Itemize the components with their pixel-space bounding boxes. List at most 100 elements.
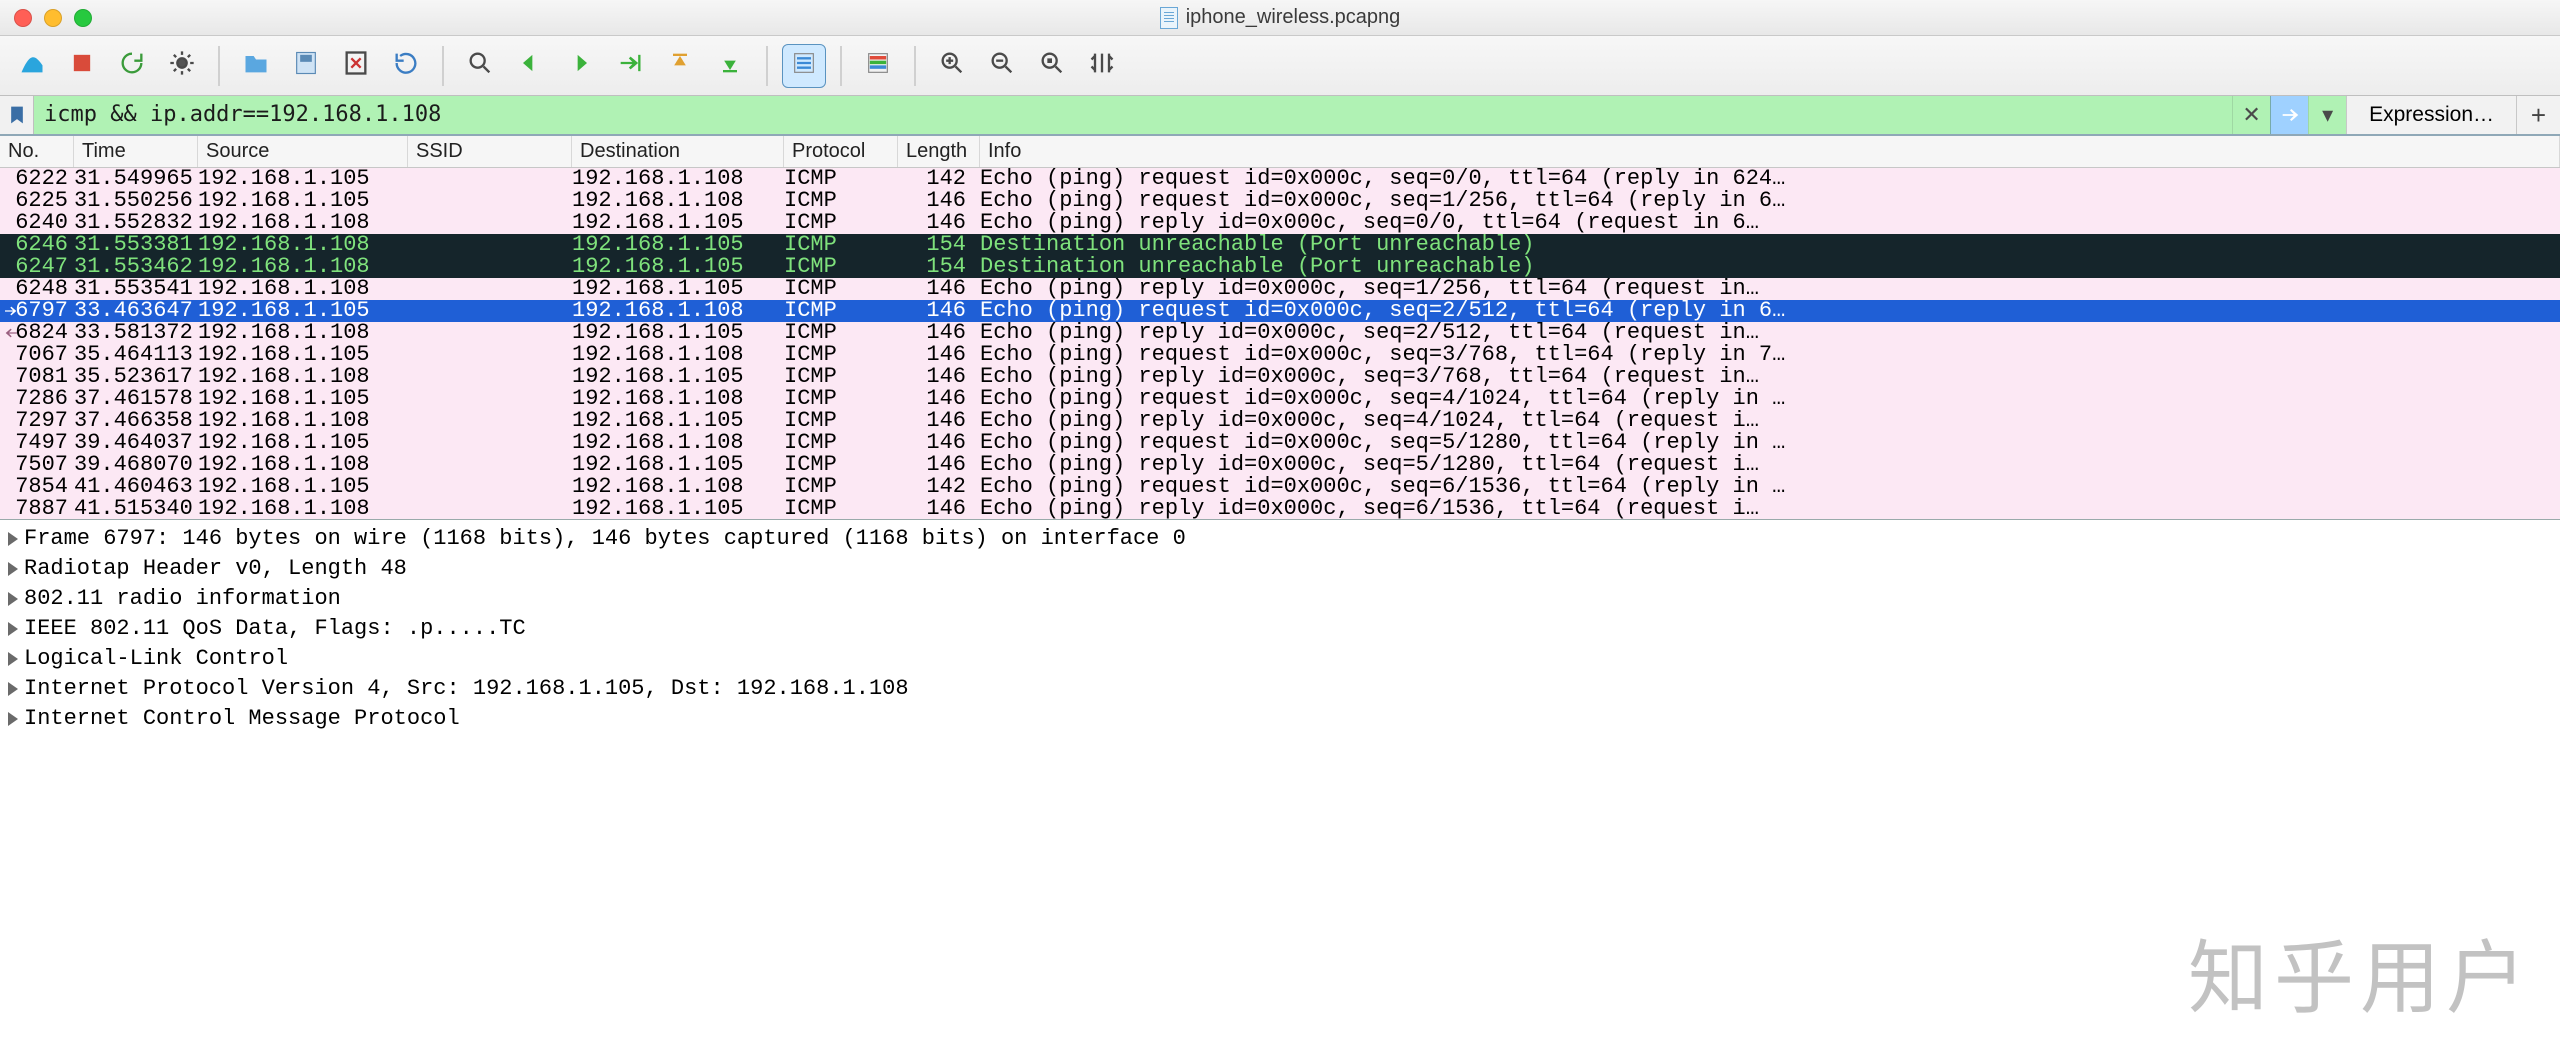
cell-ssid [408,388,572,410]
packet-row[interactable]: 750739.468070192.168.1.108192.168.1.105I… [0,454,2560,476]
go-forward-button[interactable] [558,44,602,88]
column-header-no[interactable]: No. [0,136,74,167]
toolbar-separator [442,46,444,86]
cell-no: 7887 [0,498,74,520]
cell-time: 39.464037 [74,432,198,454]
cell-protocol: ICMP [784,344,898,366]
cell-time: 39.468070 [74,454,198,476]
packet-row[interactable]: 682433.581372192.168.1.108192.168.1.105I… [0,322,2560,344]
resize-columns-button[interactable] [1080,44,1124,88]
cell-source: 192.168.1.105 [198,344,408,366]
detail-tree-item[interactable]: 802.11 radio information [4,584,2560,614]
capture-options-button[interactable] [160,44,204,88]
stop-capture-button[interactable] [60,44,104,88]
packet-row[interactable]: 729737.466358192.168.1.108192.168.1.105I… [0,410,2560,432]
apply-filter-button[interactable] [2270,96,2308,134]
packet-row[interactable]: 728637.461578192.168.1.105192.168.1.108I… [0,388,2560,410]
cell-time: 31.553462 [74,256,198,278]
detail-tree-item[interactable]: Frame 6797: 146 bytes on wire (1168 bits… [4,524,2560,554]
cell-destination: 192.168.1.108 [572,300,784,322]
disclosure-triangle-icon[interactable] [8,682,18,696]
packet-row[interactable]: 624031.552832192.168.1.108192.168.1.105I… [0,212,2560,234]
disclosure-triangle-icon[interactable] [8,652,18,666]
zoom-reset-icon [1038,49,1066,83]
cell-ssid [408,256,572,278]
packet-row[interactable]: 706735.464113192.168.1.105192.168.1.108I… [0,344,2560,366]
packet-row[interactable]: 708135.523617192.168.1.108192.168.1.105I… [0,366,2560,388]
cell-ssid [408,344,572,366]
go-back-button[interactable] [508,44,552,88]
colorize-button[interactable] [856,44,900,88]
go-to-packet-button[interactable] [608,44,652,88]
open-file-button[interactable] [234,44,278,88]
packet-details-pane[interactable]: Frame 6797: 146 bytes on wire (1168 bits… [0,520,2560,1042]
reload-button[interactable] [384,44,428,88]
display-filter-input[interactable] [34,96,2232,134]
packet-row[interactable]: 624831.553541192.168.1.108192.168.1.105I… [0,278,2560,300]
disclosure-triangle-icon[interactable] [8,562,18,576]
packet-row[interactable]: 749739.464037192.168.1.105192.168.1.108I… [0,432,2560,454]
find-packet-icon [466,49,494,83]
packet-row[interactable]: 622231.549965192.168.1.105192.168.1.108I… [0,168,2560,190]
column-header-info[interactable]: Info [980,136,2560,167]
minimize-window-button[interactable] [44,9,62,27]
cell-ssid [408,476,572,498]
cell-time: 31.549965 [74,168,198,190]
disclosure-triangle-icon[interactable] [8,592,18,606]
cell-no: 6824 [0,322,74,344]
resize-columns-icon [1088,49,1116,83]
filter-expression-button[interactable]: Expression… [2346,96,2516,134]
main-toolbar [0,36,2560,96]
packet-row[interactable]: 679733.463647192.168.1.105192.168.1.108I… [0,300,2560,322]
disclosure-triangle-icon[interactable] [8,532,18,546]
clear-filter-button[interactable]: ✕ [2232,96,2270,134]
detail-tree-item[interactable]: Logical-Link Control [4,644,2560,674]
disclosure-triangle-icon[interactable] [8,712,18,726]
go-last-button[interactable] [708,44,752,88]
shark-fin-button[interactable] [10,44,54,88]
column-header-length[interactable]: Length [898,136,980,167]
go-first-button[interactable] [658,44,702,88]
packet-row[interactable]: 788741.515340192.168.1.108192.168.1.105I… [0,498,2560,520]
cell-no: 6797 [0,300,74,322]
find-packet-button[interactable] [458,44,502,88]
packet-row[interactable]: 624731.553462192.168.1.108192.168.1.105I… [0,256,2560,278]
recent-filters-button[interactable]: ▾ [2308,96,2346,134]
zoom-in-button[interactable] [930,44,974,88]
close-file-button[interactable] [334,44,378,88]
save-file-button[interactable] [284,44,328,88]
detail-tree-item[interactable]: Internet Control Message Protocol [4,704,2560,734]
packet-list[interactable]: 622231.549965192.168.1.105192.168.1.108I… [0,168,2560,520]
column-header-ssid[interactable]: SSID [408,136,572,167]
cell-protocol: ICMP [784,410,898,432]
column-header-destination[interactable]: Destination [572,136,784,167]
cell-ssid [408,410,572,432]
detail-tree-label: IEEE 802.11 QoS Data, Flags: .p.....TC [24,614,526,644]
zoom-reset-button[interactable] [1030,44,1074,88]
document-icon [1160,7,1178,29]
auto-scroll-button[interactable] [782,44,826,88]
packet-row[interactable]: 624631.553381192.168.1.108192.168.1.105I… [0,234,2560,256]
column-header-source[interactable]: Source [198,136,408,167]
detail-tree-item[interactable]: IEEE 802.11 QoS Data, Flags: .p.....TC [4,614,2560,644]
filter-bookmark-button[interactable] [0,96,34,134]
cell-no: 6240 [0,212,74,234]
cell-ssid [408,432,572,454]
detail-tree-item[interactable]: Radiotap Header v0, Length 48 [4,554,2560,584]
cell-length: 142 [898,168,980,190]
add-filter-button[interactable]: + [2516,96,2560,134]
restart-capture-button[interactable] [110,44,154,88]
packet-row[interactable]: 785441.460463192.168.1.105192.168.1.108I… [0,476,2560,498]
zoom-window-button[interactable] [74,9,92,27]
cell-info: Echo (ping) request id=0x000c, seq=6/153… [980,476,2560,498]
close-window-button[interactable] [14,9,32,27]
cell-length: 142 [898,476,980,498]
column-header-protocol[interactable]: Protocol [784,136,898,167]
column-header-time[interactable]: Time [74,136,198,167]
restart-capture-icon [118,49,146,83]
zoom-out-button[interactable] [980,44,1024,88]
packet-row[interactable]: 622531.550256192.168.1.105192.168.1.108I… [0,190,2560,212]
disclosure-triangle-icon[interactable] [8,622,18,636]
toolbar-separator [840,46,842,86]
detail-tree-item[interactable]: Internet Protocol Version 4, Src: 192.16… [4,674,2560,704]
